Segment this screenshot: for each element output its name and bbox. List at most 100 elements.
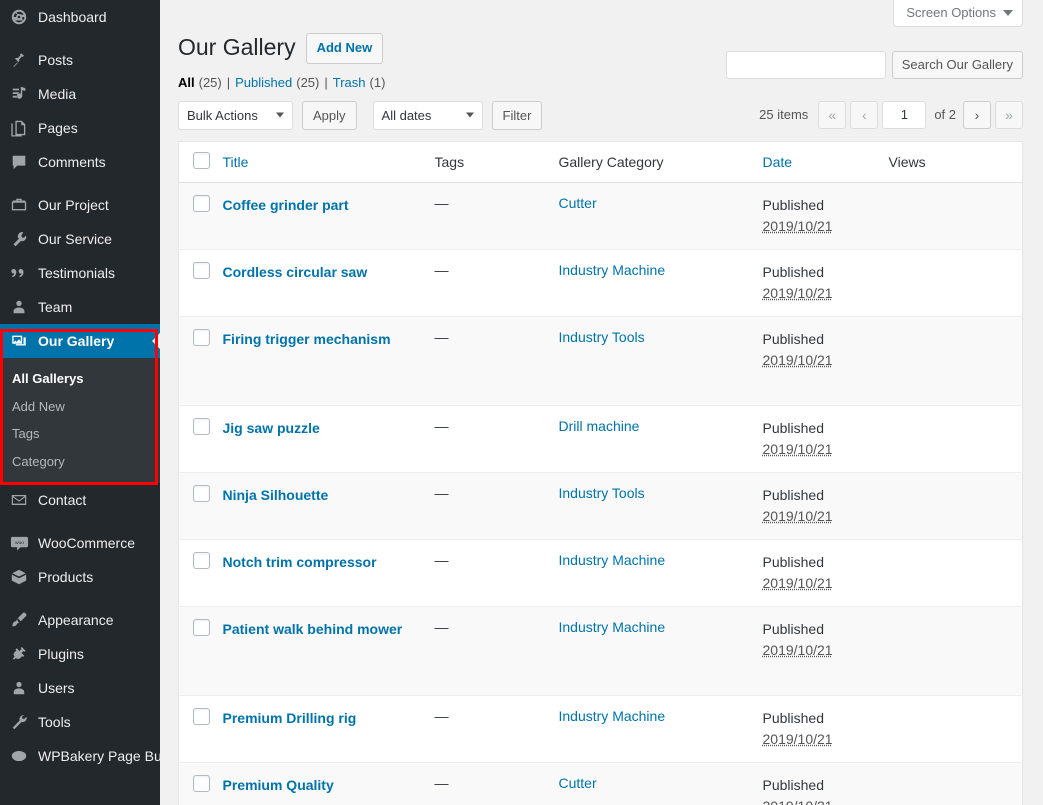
screen-options-button[interactable]: Screen Options <box>893 0 1023 27</box>
search-input[interactable] <box>725 51 886 79</box>
sidebar-item-woocommerce[interactable]: woo WooCommerce <box>0 526 160 560</box>
add-new-button[interactable]: Add New <box>305 33 384 64</box>
sidebar-item-team[interactable]: Team <box>0 290 160 324</box>
table-row[interactable]: Notch trim compressor — Industry Machine Pu… <box>178 538 1023 606</box>
row-title-link[interactable]: Notch trim compressor <box>223 552 377 572</box>
row-select-cell <box>178 538 223 606</box>
row-checkbox[interactable] <box>193 618 210 636</box>
row-select-cell <box>178 248 223 316</box>
sidebar-item-appearance[interactable]: Appearance <box>0 603 160 637</box>
row-title-link[interactable]: Premium Quality <box>223 775 334 795</box>
products-icon <box>9 567 29 587</box>
current-page-input[interactable] <box>882 100 927 129</box>
last-page-button[interactable]: » <box>995 100 1023 129</box>
row-select-cell <box>178 761 223 805</box>
screen-meta-links: Screen Options <box>178 0 1023 27</box>
row-date-cell: Published 2019/10/21 <box>762 248 889 316</box>
row-category-link[interactable]: Cutter <box>559 195 597 211</box>
row-title-link[interactable]: Coffee grinder part <box>223 195 349 215</box>
row-category-link[interactable]: Industry Machine <box>559 262 666 278</box>
sort-by-date-link[interactable]: Date <box>763 154 793 170</box>
sidebar-item-wpbakery[interactable]: WPBakery Page Builder <box>0 739 188 773</box>
row-title-link[interactable]: Patient walk behind mower <box>223 619 403 639</box>
table-row[interactable]: Firing trigger mechanism — Industry Tools P… <box>178 315 1023 405</box>
table-row[interactable]: Premium Quality —Cutter Published 2019/10/2… <box>178 761 1023 805</box>
sidebar-item-pages[interactable]: Pages <box>0 111 160 145</box>
row-category-link[interactable]: Industry Machine <box>559 619 666 635</box>
row-title-link[interactable]: Ninja Silhouette <box>223 485 329 505</box>
tools-icon <box>9 712 29 732</box>
gallery-submenu-item-tags[interactable]: Tags <box>0 420 160 448</box>
sidebar-item-dashboard[interactable]: Dashboard <box>0 0 160 34</box>
row-title-link[interactable]: Cordless circular saw <box>223 262 368 282</box>
sidebar-item-media[interactable]: Media <box>0 77 160 111</box>
filter-link-trash[interactable]: Trash <box>333 75 366 90</box>
date-filter-value: All dates <box>381 107 432 123</box>
row-checkbox[interactable] <box>193 707 210 725</box>
sidebar-item-label: Our Project <box>38 197 109 213</box>
apply-button[interactable]: Apply <box>302 100 357 130</box>
sidebar-item-plugins[interactable]: Plugins <box>0 637 160 671</box>
row-category-link[interactable]: Industry Machine <box>559 708 666 724</box>
comment-icon <box>9 152 29 172</box>
sidebar-item-comments[interactable]: Comments <box>0 145 160 179</box>
sidebar-item-users[interactable]: Users <box>0 671 160 705</box>
row-checkbox[interactable] <box>193 261 210 279</box>
row-title-link[interactable]: Firing trigger mechanism <box>223 329 391 349</box>
table-row[interactable]: Jig saw puzzle — Drill machine Published 201… <box>178 404 1023 472</box>
search-submit-button[interactable]: Search Our Gallery <box>891 51 1023 79</box>
sidebar-item-tools[interactable]: Tools <box>0 705 160 739</box>
row-category-link[interactable]: Industry Tools <box>559 329 645 345</box>
woocommerce-icon: woo <box>9 533 29 553</box>
sidebar-item-our-service[interactable]: Our Service <box>0 222 160 256</box>
row-date-value: 2019/10/21 <box>762 730 833 747</box>
row-checkbox[interactable] <box>193 484 210 502</box>
gallery-submenu-item-all-gallerys[interactable]: All Gallerys <box>0 365 160 393</box>
gallery-submenu-item-add-new[interactable]: Add New <box>0 393 160 421</box>
row-tags-cell: — <box>434 605 559 695</box>
first-page-button[interactable]: « <box>818 100 847 129</box>
table-row[interactable]: Cordless circular saw — Industry Machine Pu… <box>178 248 1023 316</box>
row-title-cell: Ninja Silhouette <box>222 471 435 539</box>
row-category-link[interactable]: Industry Machine <box>559 552 666 568</box>
filter-link-all[interactable]: All <box>178 75 195 90</box>
sidebar-item-testimonials[interactable]: Testimonials <box>0 256 160 290</box>
row-date-status: Published <box>762 196 825 213</box>
row-select-cell <box>178 404 223 472</box>
table-row[interactable]: Premium Drilling rig — Industry Machine Pub… <box>178 694 1023 762</box>
sidebar-item-posts[interactable]: Posts <box>0 43 160 77</box>
row-checkbox[interactable] <box>193 417 210 435</box>
row-title-cell: Notch trim compressor <box>222 538 435 606</box>
sidebar-item-label: Testimonials <box>38 265 116 281</box>
table-row[interactable]: Patient walk behind mower — Industry Machi… <box>178 605 1023 695</box>
select-all-checkbox[interactable] <box>193 151 210 169</box>
row-views-cell <box>888 315 1023 405</box>
row-date-status: Published <box>762 330 825 347</box>
sidebar-item-contact[interactable]: Contact <box>0 483 160 517</box>
gallery-submenu-item-category[interactable]: Category <box>0 448 160 476</box>
row-category-link[interactable]: Cutter <box>559 775 597 791</box>
row-checkbox[interactable] <box>193 328 210 346</box>
sidebar-item-products[interactable]: Products <box>0 560 160 594</box>
row-select-cell <box>178 694 223 762</box>
sidebar-item-our-project[interactable]: Our Project <box>0 188 160 222</box>
filter-link-published[interactable]: Published <box>235 75 292 90</box>
sidebar-item-our-gallery[interactable]: Our Gallery <box>0 324 160 358</box>
row-title-link[interactable]: Jig saw puzzle <box>223 418 320 438</box>
prev-page-button[interactable]: ‹ <box>850 100 879 129</box>
sort-by-title-link[interactable]: Title <box>223 154 249 170</box>
filter-button[interactable]: Filter <box>491 100 543 130</box>
row-title-link[interactable]: Premium Drilling rig <box>223 708 357 728</box>
table-row[interactable]: Coffee grinder part — Cutter Published 2019/… <box>178 181 1023 249</box>
sidebar-item-label: Our Gallery <box>38 333 115 349</box>
row-category-link[interactable]: Industry Tools <box>559 485 645 501</box>
row-checkbox[interactable] <box>193 774 210 792</box>
portfolio-icon <box>9 195 29 215</box>
bulk-actions-select[interactable]: Bulk Actions <box>178 100 293 130</box>
row-checkbox[interactable] <box>193 551 210 569</box>
row-checkbox[interactable] <box>193 194 210 212</box>
date-filter-select[interactable]: All dates <box>372 100 483 130</box>
table-row[interactable]: Ninja Silhouette — Industry Tools Published… <box>178 471 1023 539</box>
next-page-button[interactable]: › <box>963 100 991 129</box>
row-category-link[interactable]: Drill machine <box>559 418 640 434</box>
